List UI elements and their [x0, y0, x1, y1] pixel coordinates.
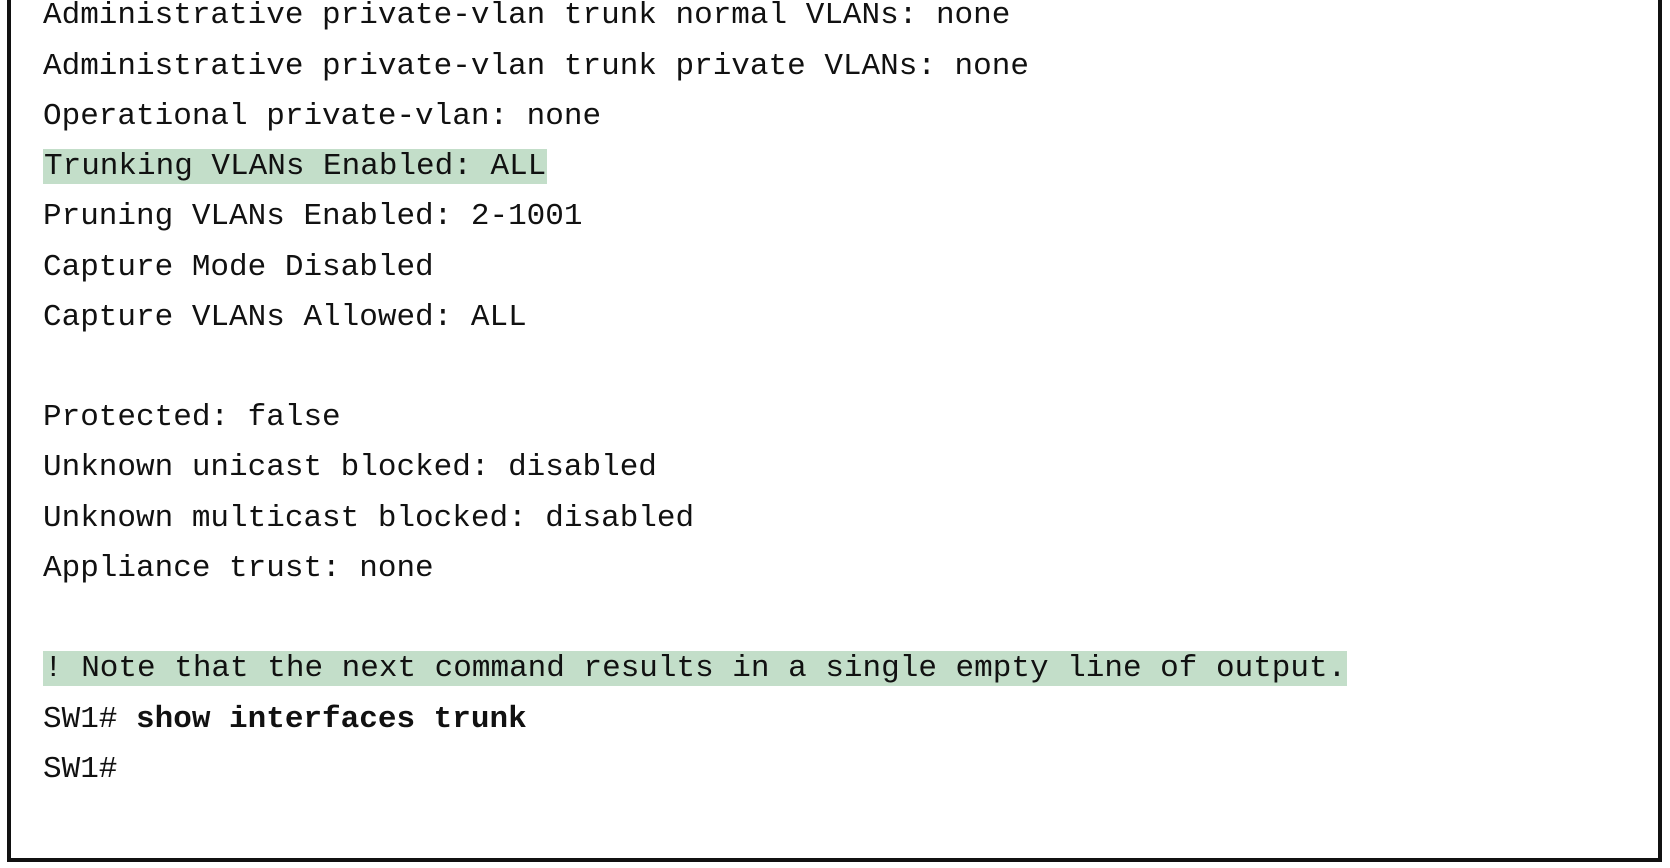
output-line-operational-pvlan: Operational private-vlan: none — [43, 98, 601, 136]
output-text: Capture Mode Disabled — [43, 250, 434, 285]
output-line-unknown-unicast: Unknown unicast blocked: disabled — [43, 449, 657, 487]
prompt-line: SW1# — [43, 751, 117, 789]
highlighted-text: Trunking VLANs Enabled: ALL — [43, 149, 548, 184]
output-text: Unknown multicast blocked: disabled — [43, 501, 695, 536]
note-comment-line: ! Note that the next command results in … — [43, 650, 1348, 688]
cli-prompt: SW1# — [43, 752, 118, 787]
output-line-trunking-vlans-enabled: Trunking VLANs Enabled: ALL — [43, 148, 548, 186]
output-line-capture-vlans: Capture VLANs Allowed: ALL — [43, 299, 527, 337]
output-text: Operational private-vlan: none — [43, 99, 602, 134]
output-text: Appliance trust: none — [43, 551, 434, 586]
output-text: Capture VLANs Allowed: ALL — [43, 300, 527, 335]
output-text: Unknown unicast blocked: disabled — [43, 450, 657, 485]
output-line-unknown-multicast: Unknown multicast blocked: disabled — [43, 500, 694, 538]
output-text: Protected: false — [43, 400, 341, 435]
output-line-pruning-vlans: Pruning VLANs Enabled: 2-1001 — [43, 198, 583, 236]
cli-command: show interfaces trunk — [136, 702, 527, 737]
output-line-admin-trunk-normal: Administrative private-vlan trunk normal… — [43, 0, 1010, 35]
output-text: Pruning VLANs Enabled: 2-1001 — [43, 199, 583, 234]
output-line-protected: Protected: false — [43, 399, 341, 437]
output-line-admin-trunk-private: Administrative private-vlan trunk privat… — [43, 48, 1029, 86]
output-text: Administrative private-vlan trunk privat… — [43, 49, 1029, 84]
cli-prompt: SW1# — [43, 702, 137, 737]
output-line-capture-mode: Capture Mode Disabled — [43, 249, 434, 287]
output-text: Administrative private-vlan trunk normal… — [43, 0, 1011, 33]
output-line-appliance-trust: Appliance trust: none — [43, 550, 434, 588]
terminal-output-panel: Administrative private-vlan trunk normal… — [7, 0, 1662, 862]
highlighted-note-text: ! Note that the next command results in … — [43, 651, 1348, 686]
command-line: SW1# show interfaces trunk — [43, 701, 527, 739]
